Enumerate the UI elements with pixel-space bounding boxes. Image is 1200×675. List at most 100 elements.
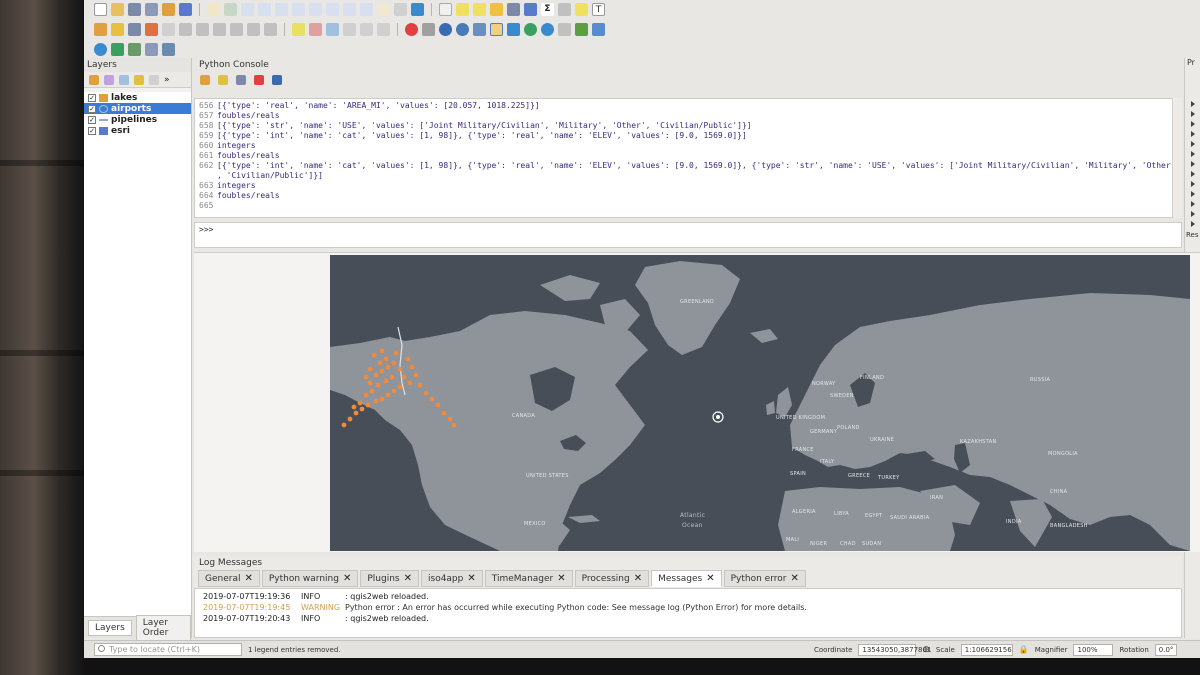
layer-pipelines[interactable]: ✓ pipelines [84, 114, 191, 125]
layout-manager-icon[interactable] [179, 2, 192, 16]
map-tips-icon[interactable] [575, 2, 588, 16]
close-icon[interactable]: ✕ [244, 573, 252, 584]
cut-features-icon[interactable] [196, 22, 209, 36]
close-icon[interactable]: ✕ [557, 573, 565, 584]
text-annotation-icon[interactable]: T [592, 2, 605, 16]
new-print-layout-icon[interactable] [162, 2, 175, 16]
run-command-icon[interactable] [218, 75, 228, 85]
deselect-icon[interactable] [490, 2, 503, 16]
web-icon[interactable] [94, 42, 107, 56]
tab-layers[interactable]: Layers [88, 619, 132, 636]
label-tool-icon[interactable] [292, 22, 305, 36]
open-layer-styling-icon[interactable] [89, 74, 99, 85]
reload-plugin-icon[interactable] [507, 22, 520, 36]
log-tab-processing[interactable]: Processing ✕ [574, 570, 650, 587]
zoom-next-icon[interactable] [360, 2, 373, 16]
plugin-7-icon[interactable] [558, 22, 571, 36]
processing-icon[interactable] [111, 42, 124, 56]
toggle-editing-icon[interactable] [111, 22, 124, 36]
add-group-icon[interactable] [104, 74, 114, 85]
log-tab-iso4app[interactable]: iso4app ✕ [421, 570, 483, 587]
filter-legend-icon[interactable] [134, 74, 144, 85]
iso4app-icon[interactable] [145, 42, 158, 56]
layer-visibility-checkbox[interactable]: ✓ [88, 93, 96, 102]
log-tab-plugins[interactable]: Plugins ✕ [360, 570, 419, 587]
qgis2web-icon[interactable] [524, 22, 537, 36]
rotation-field[interactable]: 0.0° [1154, 643, 1177, 656]
zoom-layer-icon[interactable] [309, 2, 322, 16]
plugin-1-icon[interactable] [405, 22, 418, 36]
close-icon[interactable]: ✕ [634, 573, 642, 584]
zoom-in-icon[interactable] [241, 2, 254, 16]
layer-lakes[interactable]: ✓ lakes [84, 92, 191, 103]
pin-labels-icon[interactable] [309, 22, 322, 36]
new-map-view-icon[interactable] [377, 2, 390, 16]
plugin-3-icon[interactable] [439, 22, 452, 36]
more-tools-icon[interactable]: » [164, 75, 170, 85]
current-edits-icon[interactable] [94, 22, 107, 36]
statistics-icon[interactable]: Σ [541, 2, 554, 16]
log-tab-timemanager[interactable]: TimeManager ✕ [484, 570, 573, 587]
add-feature-icon[interactable] [145, 22, 158, 36]
manage-themes-icon[interactable] [119, 74, 129, 85]
rotate-label-icon[interactable] [360, 22, 373, 36]
zoom-out-icon[interactable] [258, 2, 271, 16]
log-tab-messages[interactable]: Messages ✕ [651, 570, 722, 587]
close-icon[interactable]: ✕ [706, 573, 714, 584]
plugin-4-icon[interactable] [456, 22, 469, 36]
refresh-icon[interactable] [411, 2, 424, 16]
lock-scale-icon[interactable]: 🔒 [1019, 645, 1029, 654]
identify-icon[interactable] [439, 2, 452, 16]
console-scrollbar[interactable] [1172, 98, 1182, 218]
save-as-icon[interactable] [145, 2, 158, 16]
python-console-toggle-icon[interactable] [490, 22, 503, 36]
plugin-6-icon[interactable] [541, 22, 554, 36]
measure-icon[interactable] [558, 2, 571, 16]
help-icon[interactable] [272, 75, 282, 85]
plugin-2-icon[interactable] [422, 22, 435, 36]
grass-tools-icon[interactable] [128, 42, 141, 56]
zoom-native-icon[interactable] [326, 2, 339, 16]
log-tab-general[interactable]: General ✕ [198, 570, 260, 587]
layer-visibility-checkbox[interactable]: ✓ [88, 115, 96, 124]
save-project-icon[interactable] [128, 2, 141, 16]
clear-console-icon[interactable] [200, 75, 210, 85]
plugin-5-icon[interactable] [473, 22, 486, 36]
options-icon[interactable] [254, 75, 264, 85]
redo-icon[interactable] [264, 22, 277, 36]
close-icon[interactable]: ✕ [343, 573, 351, 584]
zoom-full-icon[interactable] [275, 2, 288, 16]
coordinate-field[interactable]: 13543050,3877801 [858, 643, 931, 656]
layer-airports[interactable]: ✓ airports [84, 103, 191, 114]
move-label-icon[interactable] [343, 22, 356, 36]
tab-layer-order[interactable]: Layer Order [135, 614, 191, 641]
field-calculator-icon[interactable] [524, 2, 537, 16]
plugin-9-icon[interactable] [592, 22, 605, 36]
pan-to-selection-icon[interactable] [224, 2, 237, 16]
save-edits-icon[interactable] [128, 22, 141, 36]
layer-visibility-checkbox[interactable]: ✓ [88, 126, 96, 135]
expand-all-icon[interactable] [149, 74, 159, 85]
log-tab-python-warning[interactable]: Python warning ✕ [261, 570, 359, 587]
attribute-table-icon[interactable] [507, 2, 520, 16]
map-canvas[interactable]: GREENLAND CANADA UNITED STATES MEXICO At… [330, 255, 1190, 551]
open-project-icon[interactable] [111, 2, 124, 16]
log-tab-python-error[interactable]: Python error ✕ [723, 570, 806, 587]
new-project-icon[interactable] [94, 2, 107, 16]
zoom-selection-icon[interactable] [292, 2, 305, 16]
close-icon[interactable]: ✕ [790, 573, 798, 584]
plugin-8-icon[interactable] [575, 22, 588, 36]
log-message-list[interactable]: 2019-07-07T19:19:36 INFO: qgis2web reload… [194, 588, 1182, 638]
python-console-input[interactable]: >>> [194, 222, 1182, 248]
paste-features-icon[interactable] [230, 22, 243, 36]
close-icon[interactable]: ✕ [404, 573, 412, 584]
magnifier-field[interactable]: 100% [1073, 643, 1114, 656]
show-editor-icon[interactable] [236, 75, 246, 85]
zoom-last-icon[interactable] [343, 2, 356, 16]
close-icon[interactable]: ✕ [467, 573, 475, 584]
map-canvas-area[interactable]: GREENLAND CANADA UNITED STATES MEXICO At… [194, 252, 1200, 552]
copy-features-icon[interactable] [213, 22, 226, 36]
locator-search-input[interactable]: Type to locate (Ctrl+K) [94, 643, 242, 656]
select-by-expression-icon[interactable] [473, 2, 486, 16]
toggle-extents-icon[interactable]: ⊕ [922, 645, 930, 655]
